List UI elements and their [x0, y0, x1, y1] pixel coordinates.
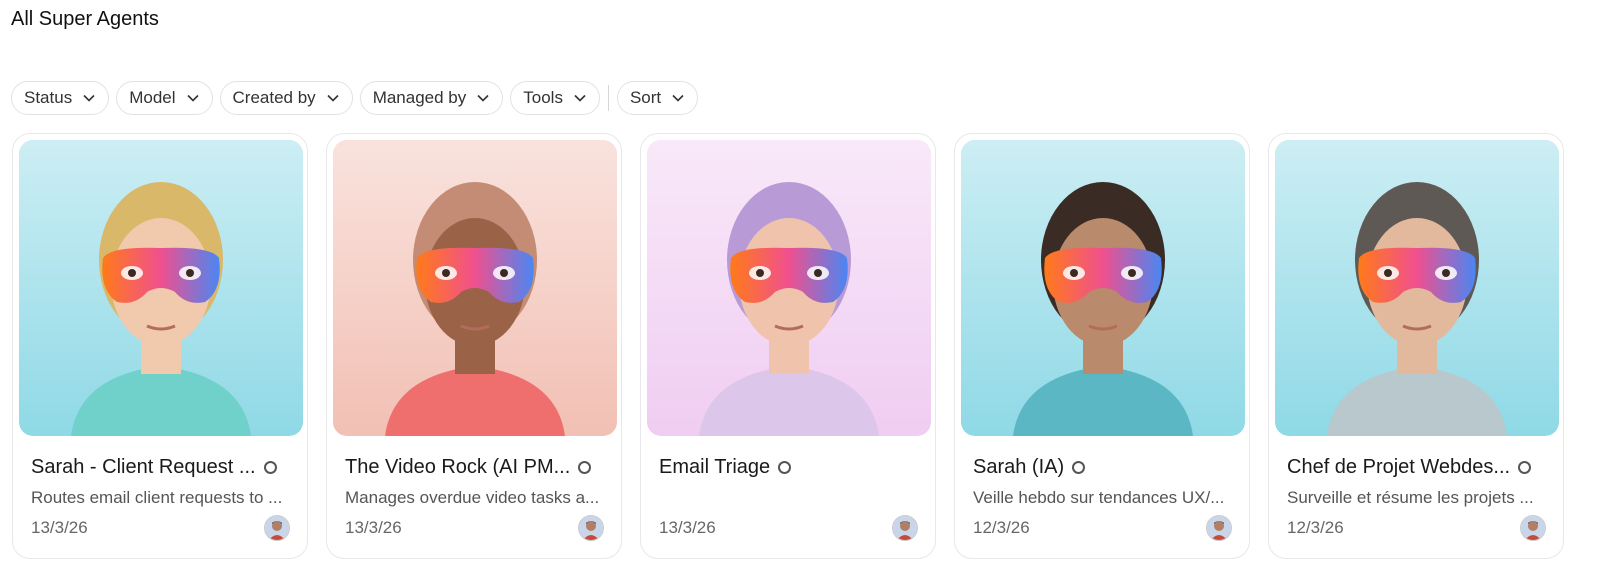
model-filter-label: Model: [129, 88, 176, 107]
agent-description: Manages overdue video tasks a...: [345, 488, 600, 507]
tools-filter[interactable]: Tools: [510, 81, 600, 115]
status-circle-icon: [778, 461, 792, 474]
agent-portrait-image: [19, 140, 303, 436]
agent-description: Surveille et résume les projets ...: [1287, 488, 1534, 507]
user-avatar-icon: [265, 516, 289, 540]
agent-card[interactable]: The Video Rock (AI PM... Manages overdue…: [326, 133, 622, 559]
agent-title-row: Chef de Projet Webdes...: [1287, 456, 1532, 479]
agent-title-row: Sarah - Client Request ...: [31, 456, 277, 479]
agent-name: Sarah (IA): [973, 456, 1065, 478]
agent-portrait: [961, 140, 1245, 436]
agent-date: 12/3/26: [973, 518, 1030, 537]
sort-label: Sort: [629, 88, 662, 107]
agent-description: Routes email client requests to ...: [31, 488, 283, 507]
created-by-filter-label: Created by: [232, 88, 316, 107]
owner-avatar[interactable]: [1520, 515, 1546, 541]
page-title: All Super Agents: [11, 8, 159, 30]
agent-description: Veille hebdo sur tendances UX/...: [973, 488, 1225, 507]
agent-title-row: Email Triage: [659, 456, 792, 479]
user-avatar-icon: [1521, 516, 1545, 540]
status-circle-icon: [1518, 461, 1532, 474]
agent-card-grid: Sarah - Client Request ... Routes email …: [12, 133, 1564, 559]
agent-card[interactable]: Email Triage 13/3/26: [640, 133, 936, 559]
agent-date: 12/3/26: [1287, 518, 1344, 537]
agent-date: 13/3/26: [345, 518, 402, 537]
agent-card[interactable]: Sarah (IA) Veille hebdo sur tendances UX…: [954, 133, 1250, 559]
agent-portrait-image: [961, 140, 1245, 436]
agent-date: 13/3/26: [659, 518, 716, 537]
agent-portrait-image: [1275, 140, 1559, 436]
tools-filter-label: Tools: [523, 88, 563, 107]
chevron-down-icon: [574, 94, 586, 102]
chevron-down-icon: [327, 94, 339, 102]
chevron-down-icon: [186, 94, 199, 102]
agent-title-row: The Video Rock (AI PM...: [345, 456, 592, 479]
agent-date: 13/3/26: [31, 518, 88, 537]
agent-name: Sarah - Client Request ...: [31, 456, 256, 478]
owner-avatar[interactable]: [892, 515, 918, 541]
managed-by-filter-label: Managed by: [372, 88, 467, 107]
status-filter-label: Status: [24, 88, 73, 107]
agent-name: The Video Rock (AI PM...: [345, 456, 571, 478]
user-avatar-icon: [1207, 516, 1231, 540]
agent-portrait: [333, 140, 617, 436]
agent-title-row: Sarah (IA): [973, 456, 1086, 479]
status-filter[interactable]: Status: [11, 81, 110, 115]
owner-avatar[interactable]: [578, 515, 604, 541]
agent-card[interactable]: Chef de Projet Webdes... Surveille et ré…: [1268, 133, 1564, 559]
chevron-down-icon: [83, 94, 95, 102]
user-avatar-icon: [893, 516, 917, 540]
chevron-down-icon: [672, 94, 684, 102]
model-filter[interactable]: Model: [116, 81, 213, 115]
agent-portrait-image: [333, 140, 617, 436]
filter-divider: [607, 85, 609, 111]
agent-portrait: [647, 140, 931, 436]
agent-name: Email Triage: [659, 456, 771, 478]
status-circle-icon: [578, 461, 592, 474]
owner-avatar[interactable]: [264, 515, 290, 541]
agent-name: Chef de Projet Webdes...: [1287, 456, 1511, 478]
status-circle-icon: [1072, 461, 1086, 474]
agent-portrait-image: [647, 140, 931, 436]
status-circle-icon: [263, 461, 277, 474]
sort-dropdown[interactable]: Sort: [616, 81, 699, 115]
created-by-filter[interactable]: Created by: [219, 81, 353, 115]
agent-card[interactable]: Sarah - Client Request ... Routes email …: [12, 133, 308, 559]
filter-bar: Status Model Created by Managed by Tools…: [11, 81, 699, 115]
agent-portrait: [1275, 140, 1559, 436]
user-avatar-icon: [579, 516, 603, 540]
owner-avatar[interactable]: [1206, 515, 1232, 541]
agent-portrait: [19, 140, 303, 436]
chevron-down-icon: [477, 94, 489, 102]
managed-by-filter[interactable]: Managed by: [359, 81, 504, 115]
